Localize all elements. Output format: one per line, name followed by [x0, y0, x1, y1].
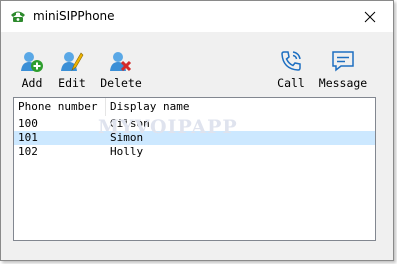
- call-label: Call: [277, 76, 305, 90]
- message-label: Message: [318, 76, 368, 90]
- close-button[interactable]: [347, 1, 393, 32]
- toolbar: Add Edit Delete Call Message: [1, 32, 393, 94]
- window-title: miniSIPPhone: [33, 9, 115, 23]
- list-header: Phone number Display name: [14, 98, 375, 116]
- phone-call-icon: [281, 51, 301, 71]
- edit-label: Edit: [58, 76, 86, 90]
- cell-display-name: Simon: [110, 131, 144, 144]
- column-header-phone-number[interactable]: Phone number: [14, 98, 106, 116]
- phone-app-icon: [11, 11, 25, 22]
- contacts-list[interactable]: Phone number Display name 100 Gilson 101 Si…: [13, 97, 376, 241]
- close-icon: [364, 11, 376, 22]
- title-bar: miniSIPPhone: [1, 1, 393, 32]
- app-window: miniSIPPhone Add Edit Delete Call Messag…: [0, 0, 394, 261]
- add-label: Add: [21, 76, 43, 90]
- cell-display-name: Gilson: [110, 117, 150, 130]
- table-row[interactable]: 102 Holly: [14, 145, 375, 159]
- cell-phone-number: 100: [18, 117, 38, 130]
- cell-phone-number: 102: [18, 145, 38, 158]
- table-row[interactable]: 101 Simon: [14, 131, 375, 145]
- table-row[interactable]: 100 Gilson: [14, 117, 375, 131]
- message-button[interactable]: Message: [318, 32, 368, 94]
- delete-button[interactable]: Delete: [96, 32, 146, 94]
- message-icon: [332, 51, 354, 72]
- delete-user-icon: [110, 52, 132, 72]
- edit-user-icon: [61, 52, 84, 71]
- cell-display-name: Holly: [110, 145, 144, 158]
- add-user-icon: [21, 52, 43, 72]
- cell-phone-number: 101: [18, 131, 38, 144]
- call-button[interactable]: Call: [266, 32, 316, 94]
- delete-label: Delete: [100, 76, 142, 90]
- edit-button[interactable]: Edit: [47, 32, 97, 94]
- list-rows: 100 Gilson 101 Simon 102 Holly: [14, 117, 375, 159]
- column-header-display-name[interactable]: Display name: [106, 98, 276, 116]
